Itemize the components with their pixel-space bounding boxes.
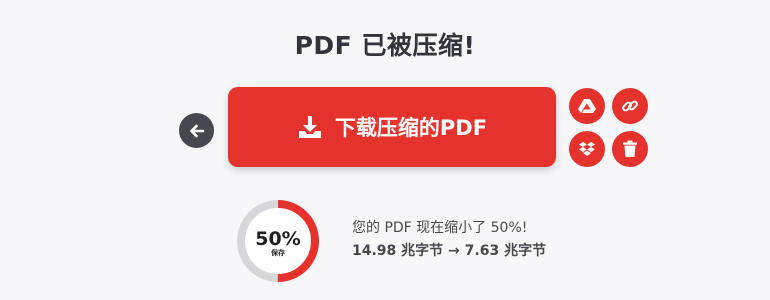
save-to-google-drive-button[interactable] <box>569 88 605 124</box>
compression-ratio-ring: 50% 保存 <box>236 199 320 283</box>
compression-message: 您的 PDF 现在缩小了 50%! <box>352 220 528 236</box>
size-arrow: → <box>448 243 460 259</box>
download-compressed-pdf-button[interactable]: 下载压缩的PDF <box>228 87 556 167</box>
delete-file-button[interactable] <box>612 131 648 167</box>
arrow-left-icon <box>189 124 204 137</box>
saved-label: 保存 <box>271 248 285 257</box>
link-icon <box>622 100 638 112</box>
size-after: 7.63 兆字节 <box>464 243 547 259</box>
save-to-dropbox-button[interactable] <box>569 131 605 167</box>
compression-summary: 您的 PDF 现在缩小了 50%! 14.98 兆字节 → 7.63 兆字节 <box>352 218 732 261</box>
size-comparison: 14.98 兆字节 → 7.63 兆字节 <box>352 241 732 261</box>
google-drive-icon <box>578 99 596 113</box>
back-button[interactable] <box>179 113 214 148</box>
page-title: PDF 已被压缩! <box>294 31 476 60</box>
download-button-label: 下载压缩的PDF <box>334 116 488 140</box>
download-icon <box>297 114 323 140</box>
dropbox-icon <box>579 141 595 156</box>
savings-percent: 50% <box>255 227 301 250</box>
trash-icon <box>623 140 637 157</box>
size-before: 14.98 兆字节 <box>352 243 444 259</box>
copy-link-button[interactable] <box>612 88 648 124</box>
